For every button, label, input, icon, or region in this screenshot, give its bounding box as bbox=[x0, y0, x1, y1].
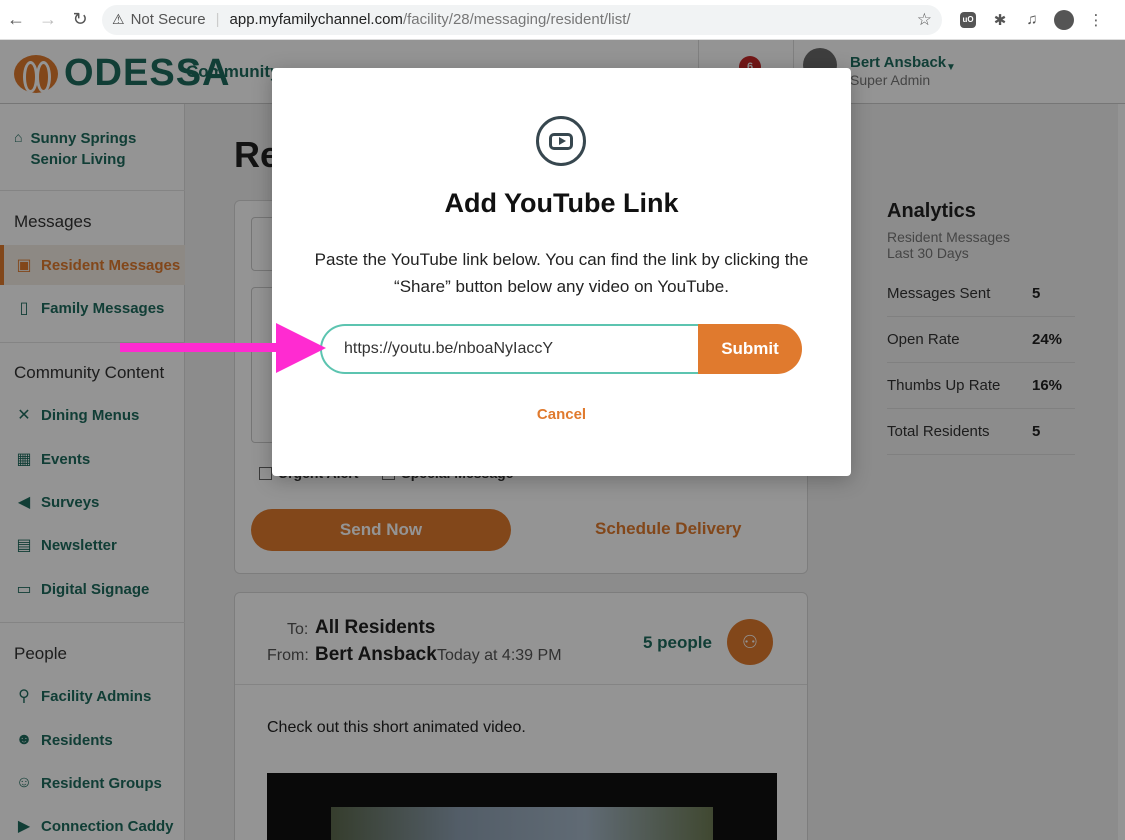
ublock-extension-icon[interactable]: uO bbox=[952, 4, 984, 36]
back-icon[interactable]: ← bbox=[0, 4, 32, 36]
bookmark-star-icon[interactable]: ☆ bbox=[917, 10, 932, 30]
annotation-arrow-shaft bbox=[120, 343, 280, 352]
browser-toolbar: ← → ↻ ⚠ Not Secure | app.myfamilychannel… bbox=[0, 0, 1125, 40]
youtube-link-input[interactable] bbox=[320, 324, 700, 374]
annotation-arrow-head bbox=[276, 323, 326, 373]
add-youtube-link-modal: Add YouTube Link Paste the YouTube link … bbox=[272, 68, 851, 476]
warning-icon: ⚠ bbox=[112, 11, 125, 27]
submit-button[interactable]: Submit bbox=[698, 324, 802, 374]
browser-menu-icon[interactable]: ⋮ bbox=[1080, 4, 1112, 36]
youtube-icon bbox=[536, 116, 586, 166]
profile-avatar[interactable] bbox=[1048, 4, 1080, 36]
extensions-puzzle-icon[interactable]: ✱ bbox=[984, 4, 1016, 36]
address-bar[interactable]: ⚠ Not Secure | app.myfamilychannel.com /… bbox=[102, 4, 942, 35]
media-control-icon[interactable]: ♫ bbox=[1016, 4, 1048, 36]
cancel-link[interactable]: Cancel bbox=[272, 406, 851, 423]
modal-title: Add YouTube Link bbox=[444, 188, 679, 218]
security-label: Not Secure bbox=[130, 11, 206, 28]
forward-icon[interactable]: → bbox=[32, 4, 64, 36]
url-path: /facility/28/messaging/resident/list/ bbox=[402, 11, 631, 28]
modal-description: Paste the YouTube link below. You can fi… bbox=[314, 250, 809, 296]
url-host: app.myfamilychannel.com bbox=[229, 11, 403, 28]
address-separator: | bbox=[215, 11, 220, 28]
reload-icon[interactable]: ↻ bbox=[64, 4, 96, 36]
